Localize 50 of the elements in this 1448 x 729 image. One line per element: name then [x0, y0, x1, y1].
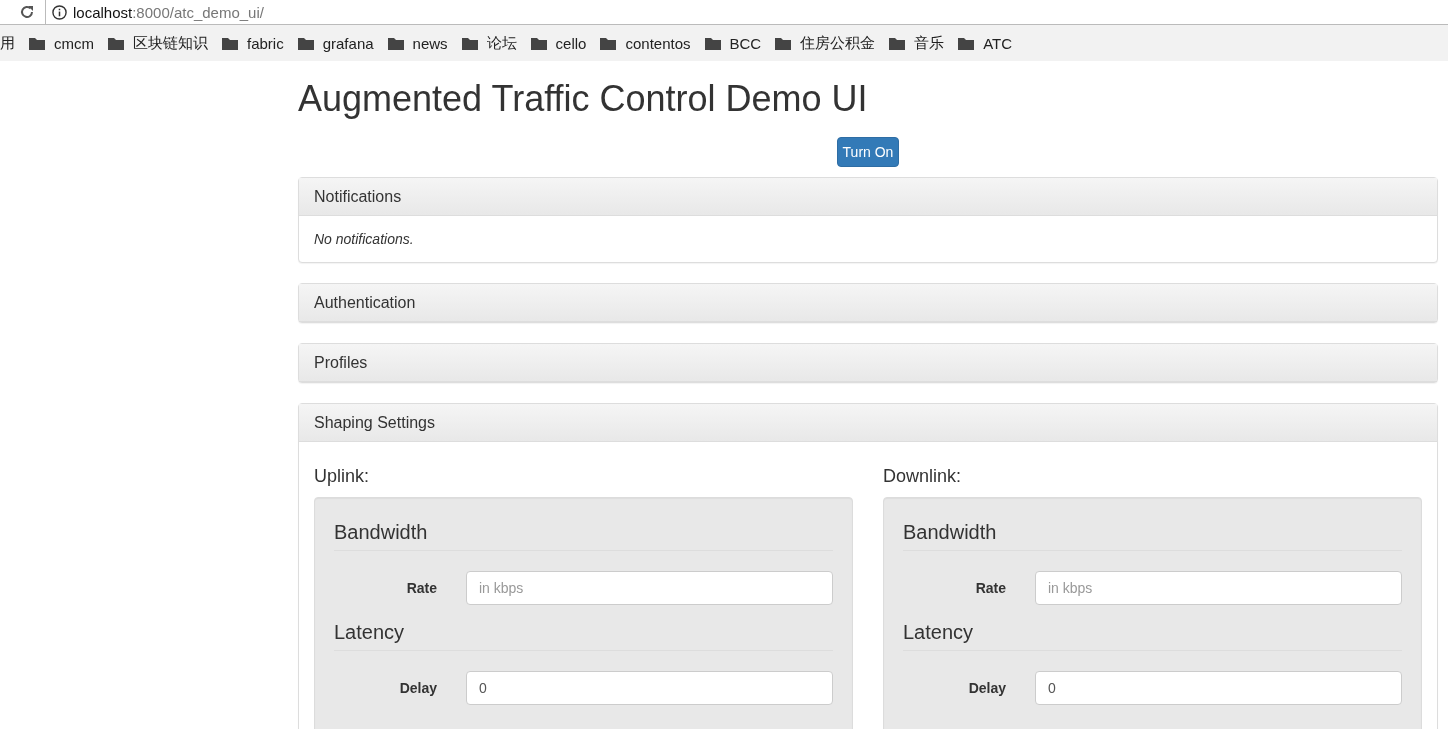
field-label: Delay	[967, 679, 1006, 696]
field-label: Rate	[405, 579, 437, 596]
section-heading: Bandwidth	[334, 520, 833, 551]
folder-icon	[600, 36, 617, 50]
url-host: localhost	[73, 3, 133, 21]
input-field[interactable]: 0	[1035, 670, 1402, 705]
bookmark-link[interactable]: BCC	[704, 34, 762, 52]
input-field[interactable]: in kbps	[1035, 570, 1402, 605]
panel-heading[interactable]: Authentication	[299, 283, 1437, 322]
panel-heading[interactable]: Shaping Settings	[299, 403, 1437, 442]
bookmark-link[interactable]: fabric	[222, 34, 284, 52]
section-heading: Bandwidth	[903, 520, 1402, 551]
bookmark-link[interactable]: 住房公积金	[775, 33, 876, 53]
turn-on-button[interactable]: Turn On	[836, 136, 900, 167]
folder-icon	[889, 36, 906, 50]
bookmark-link[interactable]: contentos	[600, 34, 691, 52]
folder-icon	[29, 36, 45, 50]
direction-label: Downlink:	[883, 465, 963, 487]
input-field[interactable]: 0	[466, 670, 833, 705]
bookmark-link[interactable]: 区块链知识	[108, 33, 208, 53]
section-heading: Latency	[334, 620, 833, 651]
bookmark-link[interactable]: 论坛	[461, 33, 517, 53]
folder-icon	[530, 36, 547, 50]
section-heading: Latency	[903, 620, 1402, 651]
folder-icon	[222, 36, 238, 50]
bookmark-link[interactable]: news	[387, 34, 448, 52]
folder-icon	[461, 36, 478, 50]
bookmark-link[interactable]: grafana	[297, 34, 374, 52]
folder-icon	[297, 36, 314, 50]
folder-icon	[958, 36, 975, 50]
url-path: :8000/atc_demo_ui/	[132, 3, 264, 21]
panel-heading[interactable]: Notifications	[299, 177, 1437, 216]
folder-icon	[108, 36, 124, 50]
bookmark-link[interactable]: 音乐	[889, 33, 945, 53]
info-icon[interactable]	[52, 4, 67, 20]
field-label: Delay	[398, 679, 437, 696]
page-title: Augmented Traffic Control Demo UI	[298, 79, 869, 119]
input-field[interactable]: in kbps	[466, 570, 833, 605]
field-label: Rate	[974, 579, 1006, 596]
folder-icon	[704, 36, 721, 50]
folder-icon	[775, 36, 792, 50]
folder-icon	[387, 36, 404, 50]
bookmark-link[interactable]: 用	[0, 33, 15, 53]
reload-icon[interactable]	[19, 4, 35, 20]
bookmark-link[interactable]: cmcm	[29, 34, 94, 52]
notification-text: No notifications.	[314, 230, 414, 247]
bookmark-link[interactable]: ATC	[958, 34, 1013, 52]
bookmark-link[interactable]: cello	[530, 34, 587, 52]
panel-heading[interactable]: Profiles	[299, 343, 1437, 382]
direction-label: Uplink:	[314, 465, 371, 487]
